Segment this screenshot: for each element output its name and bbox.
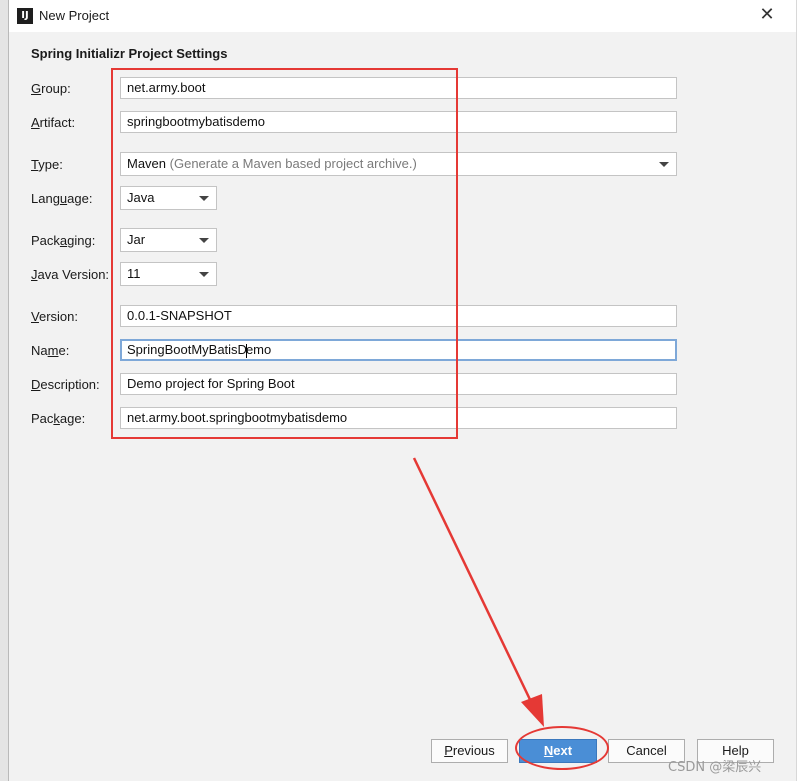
language-value: Java bbox=[127, 190, 155, 205]
packaging-dropdown[interactable]: Jar bbox=[120, 228, 217, 252]
intellij-idea-icon: IJ bbox=[17, 8, 33, 24]
new-project-dialog: IJ New Project ✕ Spring Initializr Proje… bbox=[8, 0, 796, 781]
previous-button[interactable]: Previous bbox=[431, 739, 508, 763]
packaging-value: Jar bbox=[127, 232, 146, 247]
name-field[interactable]: SpringBootMyBatisDemo bbox=[120, 339, 677, 361]
chevron-down-icon bbox=[199, 196, 209, 201]
package-field[interactable]: net.army.boot.springbootmybatisdemo bbox=[120, 407, 677, 429]
group-label: Group: bbox=[31, 81, 71, 96]
java-version-value: 11 bbox=[127, 266, 141, 281]
artifact-label: Artifact: bbox=[31, 115, 76, 130]
name-text-after-caret: emo bbox=[245, 342, 272, 357]
type-dropdown[interactable]: Maven (Generate a Maven based project ar… bbox=[120, 152, 677, 176]
artifact-field[interactable]: springbootmybatisdemo bbox=[120, 111, 677, 133]
chevron-down-icon bbox=[659, 162, 669, 167]
type-label: Type: bbox=[31, 157, 63, 172]
description-label: Description: bbox=[31, 377, 100, 392]
language-dropdown[interactable]: Java bbox=[120, 186, 217, 210]
language-label: Language: bbox=[31, 191, 93, 206]
background-window-edge bbox=[0, 0, 8, 781]
name-text-before-caret: SpringBootMyBatisD bbox=[127, 342, 247, 357]
chevron-down-icon bbox=[199, 272, 209, 277]
close-button[interactable]: ✕ bbox=[753, 2, 781, 28]
description-field[interactable]: Demo project for Spring Boot bbox=[120, 373, 677, 395]
version-label: Version: bbox=[31, 309, 78, 324]
java-version-label: Java Version: bbox=[31, 267, 110, 282]
watermark: CSDN @梁辰兴 bbox=[668, 760, 762, 775]
type-value: Maven bbox=[127, 156, 167, 171]
group-field[interactable]: net.army.boot bbox=[120, 77, 677, 99]
title-bar: IJ New Project ✕ bbox=[9, 0, 796, 32]
java-version-dropdown[interactable]: 11 bbox=[120, 262, 217, 286]
package-label: Package: bbox=[31, 411, 86, 426]
chevron-down-icon bbox=[199, 238, 209, 243]
type-hint: (Generate a Maven based project archive.… bbox=[169, 156, 417, 171]
name-label: Name: bbox=[31, 343, 70, 358]
window-title: New Project bbox=[39, 8, 110, 23]
section-title: Spring Initializr Project Settings bbox=[31, 46, 228, 61]
next-button[interactable]: Next bbox=[519, 739, 597, 763]
version-field[interactable]: 0.0.1-SNAPSHOT bbox=[120, 305, 677, 327]
packaging-label: Packaging: bbox=[31, 233, 96, 248]
